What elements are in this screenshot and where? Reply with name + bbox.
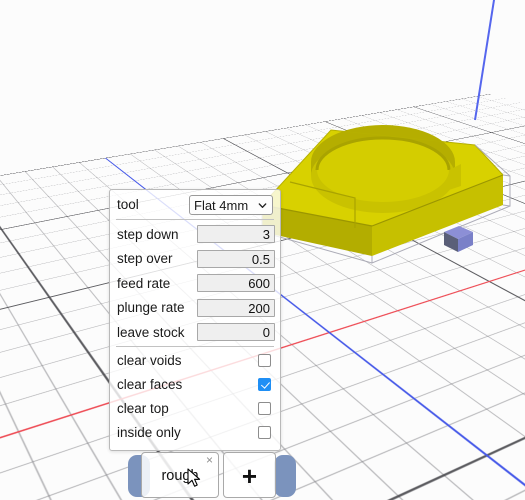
param-label-feed-rate: feed rate	[117, 275, 171, 291]
add-tab-button[interactable]: +	[223, 452, 276, 498]
param-label-plunge-rate: plunge rate	[117, 300, 185, 315]
tool-label: tool	[117, 197, 139, 213]
option-row-clear-faces[interactable]: clear faces	[110, 373, 280, 397]
param-label-step-over: step over	[117, 251, 173, 266]
numeric-parameter-list: step down 3 step over 0.5 feed rate 600 plunge…	[110, 222, 280, 345]
param-input-step-down[interactable]: 3	[197, 225, 275, 244]
tab-strip-right-end[interactable]	[274, 455, 296, 497]
tool-select-value: Flat 4mm	[194, 197, 249, 213]
param-row-plunge-rate: plunge rate 200	[110, 296, 280, 321]
tool-select[interactable]: Flat 4mm	[189, 195, 273, 215]
operation-parameters-panel: tool Flat 4mm step down 3 step over 0.5 feed…	[109, 189, 281, 451]
tab-rough-label: rough	[161, 468, 199, 484]
param-input-step-over[interactable]: 0.5	[197, 249, 275, 268]
app-root: tool Flat 4mm step down 3 step over 0.5 feed…	[0, 0, 525, 500]
option-label-clear-voids: clear voids	[117, 352, 182, 368]
checkbox-clear-top[interactable]	[258, 402, 271, 415]
option-row-clear-voids[interactable]: clear voids	[110, 349, 280, 373]
tab-rough[interactable]: × rough	[141, 452, 219, 498]
tool-row: tool Flat 4mm	[110, 190, 280, 218]
panel-divider-top	[116, 219, 274, 220]
param-label-leave-stock: leave stock	[117, 324, 185, 340]
operation-tab-strip: × rough +	[128, 452, 296, 500]
param-row-feed-rate: feed rate 600	[110, 271, 280, 296]
panel-divider-bottom	[116, 345, 274, 347]
param-row-leave-stock: leave stock 0	[110, 320, 280, 345]
option-label-clear-faces: clear faces	[117, 376, 183, 392]
checkbox-clear-faces[interactable]	[258, 378, 271, 391]
checkbox-clear-voids[interactable]	[258, 354, 271, 367]
option-row-clear-top[interactable]: clear top	[110, 397, 280, 421]
checkbox-option-list: clear voids clear faces clear top inside on…	[110, 349, 280, 445]
param-label-step-down: step down	[117, 226, 179, 242]
param-input-plunge-rate[interactable]: 200	[197, 298, 275, 317]
option-label-clear-top: clear top	[117, 400, 169, 416]
param-input-leave-stock[interactable]: 0	[197, 323, 275, 342]
checkbox-inside-only[interactable]	[258, 426, 271, 439]
tab-close-icon[interactable]: ×	[206, 454, 213, 466]
option-label-inside-only: inside only	[117, 424, 181, 440]
param-row-step-down: step down 3	[110, 222, 280, 247]
param-row-step-over: step over 0.5	[110, 247, 280, 272]
option-row-inside-only[interactable]: inside only	[110, 421, 280, 445]
plus-icon: +	[241, 461, 258, 491]
chevron-down-icon	[258, 202, 267, 208]
origin-marker-cube	[444, 226, 473, 252]
param-input-feed-rate[interactable]: 600	[197, 274, 275, 293]
